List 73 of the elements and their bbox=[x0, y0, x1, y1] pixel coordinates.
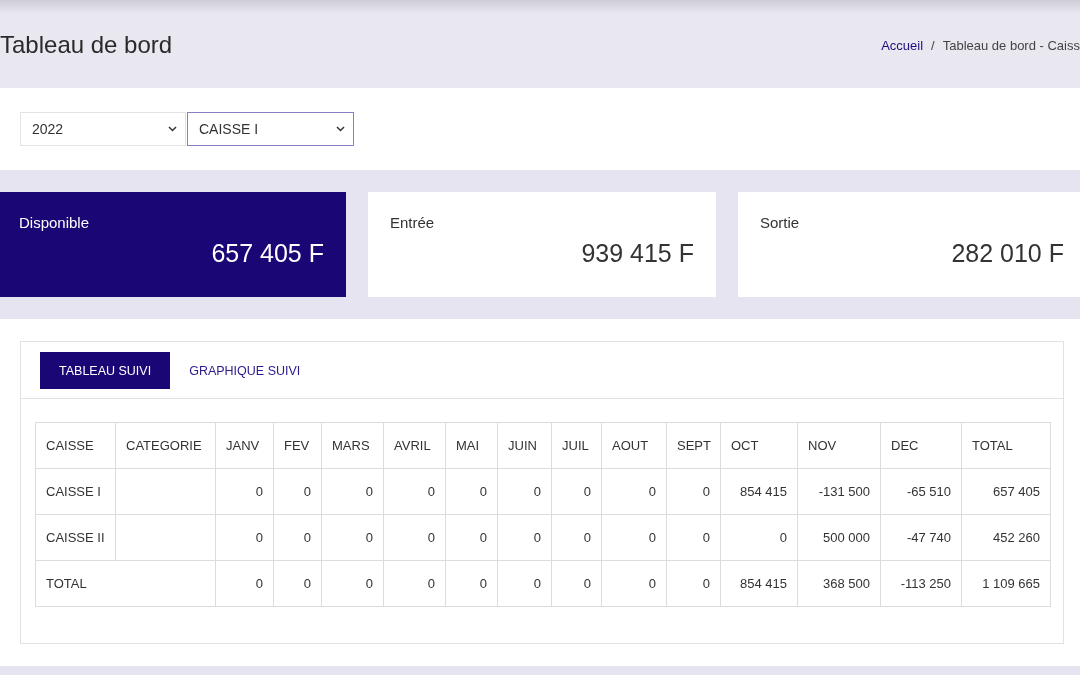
table-cell: 0 bbox=[601, 468, 667, 515]
table-cell: 0 bbox=[383, 560, 446, 607]
column-header: CATEGORIE bbox=[115, 422, 216, 469]
column-header: JUIL bbox=[551, 422, 602, 469]
table-cell: 0 bbox=[445, 468, 498, 515]
stat-value: 939 415 F bbox=[580, 239, 694, 268]
table-cell: 0 bbox=[273, 468, 322, 515]
stat-value: 282 010 F bbox=[950, 239, 1064, 268]
table-cell: 452 260 bbox=[961, 514, 1051, 561]
column-header: OCT bbox=[720, 422, 798, 469]
column-header: TOTAL bbox=[961, 422, 1051, 469]
breadcrumb-link[interactable]: Accueil bbox=[881, 37, 924, 53]
table-cell: 0 bbox=[383, 514, 446, 561]
select-field[interactable]: 2022 bbox=[20, 112, 186, 146]
stat-label: Sortie bbox=[760, 214, 801, 231]
table-cell: 0 bbox=[551, 560, 602, 607]
column-header: MAI bbox=[445, 422, 498, 469]
column-header: AVRIL bbox=[383, 422, 446, 469]
table-cell: CAISSE II bbox=[35, 514, 116, 561]
table-cell: -113 250 bbox=[880, 560, 962, 607]
chevron-down-icon bbox=[336, 126, 345, 132]
stat-label: Entrée bbox=[390, 214, 436, 231]
column-header: DEC bbox=[880, 422, 962, 469]
table-cell: -65 510 bbox=[880, 468, 962, 515]
table-cell: 0 bbox=[273, 560, 322, 607]
table-cell: 0 bbox=[497, 514, 552, 561]
table-cell: 0 bbox=[666, 468, 721, 515]
column-header: SEPT bbox=[666, 422, 721, 469]
column-header: CAISSE bbox=[35, 422, 116, 469]
table-cell: 0 bbox=[551, 514, 602, 561]
table-cell: 0 bbox=[601, 560, 667, 607]
table-cell: 0 bbox=[383, 468, 446, 515]
column-header: JANV bbox=[215, 422, 274, 469]
table-cell: 0 bbox=[215, 514, 274, 561]
table-cell: 0 bbox=[445, 514, 498, 561]
column-header: FEV bbox=[273, 422, 322, 469]
table-cell: TOTAL bbox=[35, 560, 216, 607]
column-header: AOUT bbox=[601, 422, 667, 469]
table-cell: 854 415 bbox=[720, 468, 798, 515]
tab[interactable]: GRAPHIQUE SUIVI bbox=[170, 352, 320, 389]
table-cell: 0 bbox=[215, 560, 274, 607]
column-header: NOV bbox=[797, 422, 881, 469]
stat-label: Disponible bbox=[19, 214, 91, 231]
table-cell: 0 bbox=[215, 468, 274, 515]
column-header: MARS bbox=[321, 422, 384, 469]
table-cell: 500 000 bbox=[797, 514, 881, 561]
table-cell: 0 bbox=[497, 560, 552, 607]
table-cell: 0 bbox=[666, 560, 721, 607]
table-cell: 0 bbox=[445, 560, 498, 607]
table-cell: -131 500 bbox=[797, 468, 881, 515]
column-header: JUIN bbox=[497, 422, 552, 469]
table-cell: 854 415 bbox=[720, 560, 798, 607]
stat-value: 657 405 F bbox=[210, 239, 324, 268]
chevron-down-icon bbox=[168, 126, 177, 132]
table-cell: 1 109 665 bbox=[961, 560, 1051, 607]
table-cell: 0 bbox=[666, 514, 721, 561]
table-cell: 0 bbox=[601, 514, 667, 561]
table-cell: 657 405 bbox=[961, 468, 1051, 515]
select-field[interactable]: CAISSE I bbox=[187, 112, 354, 146]
table-cell: 0 bbox=[273, 514, 322, 561]
table-cell: -47 740 bbox=[880, 514, 962, 561]
table-cell: 368 500 bbox=[797, 560, 881, 607]
table-cell: 0 bbox=[321, 514, 384, 561]
table-cell: 0 bbox=[321, 468, 384, 515]
breadcrumb-separator: / bbox=[931, 37, 935, 53]
page-title: Tableau de bord bbox=[0, 31, 173, 59]
table-cell: 0 bbox=[720, 514, 798, 561]
table-cell: CAISSE I bbox=[35, 468, 116, 515]
breadcrumb-current: Tableau de bord - Caiss bbox=[942, 37, 1080, 53]
table-cell: 0 bbox=[497, 468, 552, 515]
table-cell: 0 bbox=[321, 560, 384, 607]
tab[interactable]: TABLEAU SUIVI bbox=[40, 352, 171, 389]
table-cell: 0 bbox=[551, 468, 602, 515]
